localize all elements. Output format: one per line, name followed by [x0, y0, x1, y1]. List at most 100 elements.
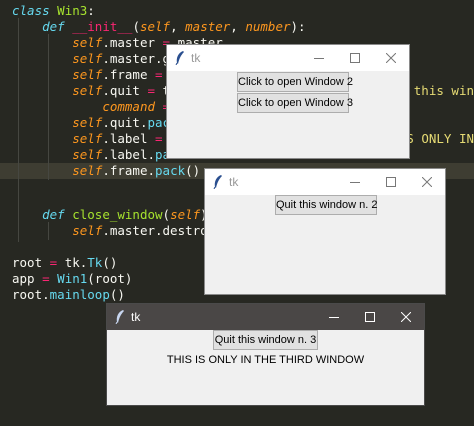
code-token: self	[72, 35, 103, 50]
code-token: self	[72, 51, 103, 66]
code-line-fragment: t this win	[398, 83, 474, 98]
code-token: self	[72, 67, 103, 82]
code-token: =	[42, 271, 50, 286]
quit-window-3-button[interactable]: Quit this window n. 3	[213, 330, 318, 350]
code-line: command = s	[12, 99, 185, 115]
maximize-button[interactable]	[352, 304, 388, 330]
close-icon	[386, 53, 396, 63]
code-token: (root)	[87, 271, 133, 286]
code-token: self	[170, 207, 201, 222]
code-token: master	[185, 19, 231, 34]
code-token: __init__	[72, 19, 133, 34]
code-token: Tk	[87, 255, 103, 270]
minimize-button[interactable]	[301, 45, 337, 71]
window-1[interactable]: tk Click to open Window 2 Click to open …	[166, 44, 410, 159]
code-line: self.master.destro	[12, 223, 207, 239]
code-token: .label.	[102, 147, 156, 162]
minimize-icon	[329, 317, 339, 318]
window-1-title: tk	[191, 51, 201, 65]
code-line: self.label.pack	[12, 147, 185, 163]
third-window-label: THIS IS ONLY IN THE THIRD WINDOW	[166, 354, 365, 366]
window-2[interactable]: tk Quit this window n. 2	[204, 168, 446, 295]
code-token: Win1	[57, 271, 88, 286]
code-line: self.frame = tk	[12, 67, 185, 83]
window-1-titlebar[interactable]: tk	[167, 45, 409, 71]
code-token: .label	[102, 131, 156, 146]
close-button[interactable]	[373, 45, 409, 71]
window-3[interactable]: tk Quit this window n. 3 THIS IS ONLY IN…	[106, 303, 425, 406]
maximize-icon	[365, 312, 375, 322]
code-token: def	[42, 19, 65, 34]
code-token: root	[12, 255, 50, 270]
code-line: self.frame.pack()	[12, 163, 200, 179]
code-token: self	[72, 131, 103, 146]
close-button[interactable]	[409, 169, 445, 195]
window-3-title: tk	[131, 310, 141, 324]
minimize-button[interactable]	[337, 169, 373, 195]
window-3-titlebar[interactable]: tk	[107, 304, 424, 330]
code-token: self	[72, 223, 103, 238]
open-window-3-button[interactable]: Click to open Window 3	[237, 93, 353, 113]
code-line: app = Win1(root)	[12, 271, 132, 287]
code-token: ):	[290, 19, 306, 34]
code-line-fragment: S ONLY IN	[406, 131, 474, 146]
code-token: app	[12, 271, 43, 286]
code-token: (	[132, 19, 140, 34]
code-line: def close_window(self)	[12, 207, 208, 223]
code-token: pack	[155, 163, 186, 178]
code-token: mainloop	[49, 287, 110, 302]
code-token: self	[72, 163, 103, 178]
open-window-2-button[interactable]: Click to open Window 2	[237, 72, 353, 92]
code-token: Win3	[57, 3, 88, 18]
code-token: =	[155, 67, 163, 82]
code-line: self.master.geo	[12, 51, 185, 67]
code-token: ()	[109, 287, 125, 302]
code-token: ()	[102, 255, 118, 270]
code-token: .quit	[102, 83, 148, 98]
tk-feather-icon	[213, 175, 222, 189]
code-token: .master	[102, 35, 163, 50]
code-token: command	[102, 99, 155, 114]
code-token: ()	[185, 163, 201, 178]
code-token: (	[162, 207, 171, 222]
minimize-icon	[350, 182, 360, 183]
minimize-icon	[314, 58, 324, 59]
code-token: .quit.	[102, 115, 148, 130]
maximize-icon	[350, 53, 360, 63]
code-token: tk.	[57, 255, 88, 270]
quit-window-2-button[interactable]: Quit this window n. 2	[275, 195, 378, 215]
code-line: self.label = tk	[12, 131, 185, 147]
code-token: .frame	[102, 67, 156, 82]
code-token: =	[147, 83, 156, 98]
code-token: =	[155, 131, 163, 146]
maximize-button[interactable]	[373, 169, 409, 195]
close-button[interactable]	[388, 304, 424, 330]
code-token: :	[87, 3, 95, 18]
code-token: .frame.	[102, 163, 156, 178]
minimize-button[interactable]	[316, 304, 352, 330]
code-token: def	[42, 207, 65, 222]
close-icon	[401, 312, 411, 322]
code-token: number	[245, 19, 291, 34]
code-line: root = tk.Tk()	[12, 255, 117, 271]
code-token: close_window	[72, 207, 163, 222]
code-line: self.quit = tk.	[12, 83, 185, 99]
code-token: class	[12, 3, 50, 18]
maximize-button[interactable]	[337, 45, 373, 71]
code-token: ,	[230, 19, 246, 34]
code-token: self	[72, 83, 103, 98]
window-2-titlebar[interactable]: tk	[205, 169, 445, 195]
code-token: ,	[170, 19, 186, 34]
tk-feather-icon	[175, 51, 184, 65]
